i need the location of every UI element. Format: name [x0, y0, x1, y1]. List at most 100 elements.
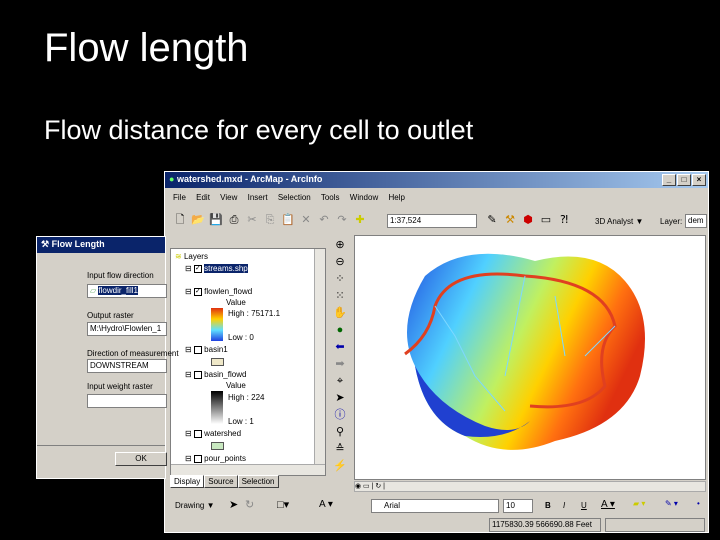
menu-edit[interactable]: Edit	[196, 193, 210, 202]
weight-raster-field[interactable]	[87, 394, 167, 408]
menu-view[interactable]: View	[220, 193, 237, 202]
menu-insert[interactable]: Insert	[248, 193, 268, 202]
tab-source[interactable]: Source	[204, 475, 238, 488]
slide-title: Flow length	[44, 26, 249, 70]
undo-icon[interactable]: ↶	[317, 213, 331, 227]
toc-layer[interactable]: ⊟ pour_points	[185, 454, 246, 463]
zoom-out-icon[interactable]: ⊖	[331, 254, 349, 271]
font-size-select[interactable]: 10	[503, 499, 533, 513]
layer-checkbox[interactable]	[193, 454, 202, 463]
measure-icon[interactable]: ≙	[331, 441, 349, 458]
select-elements-icon[interactable]: ➤	[331, 390, 349, 407]
bold-button[interactable]: B	[545, 501, 551, 510]
editor-icon[interactable]: ✎	[485, 213, 499, 227]
layer-checkbox[interactable]	[193, 429, 202, 438]
menu-help[interactable]: Help	[388, 193, 404, 202]
layer-name: watershed	[204, 429, 242, 438]
identify-icon[interactable]: ⓘ	[331, 407, 349, 424]
layer-checkbox[interactable]	[193, 345, 202, 354]
map-view[interactable]	[354, 235, 706, 480]
window-title: watershed.mxd - ArcMap - ArcInfo	[176, 174, 323, 184]
rectangle-icon[interactable]: □▾	[277, 498, 289, 511]
legend-high: High : 224	[228, 393, 265, 402]
arcmap-titlebar: ● watershed.mxd - ArcMap - ArcInfo _ □ ×	[165, 172, 708, 188]
status-coordinates: 1175830.39 566690.88 Feet	[489, 518, 601, 532]
toc-vertical-scrollbar[interactable]	[314, 249, 325, 465]
menu-window[interactable]: Window	[350, 193, 378, 202]
direction-select[interactable]: DOWNSTREAM	[87, 359, 167, 373]
fixed-zoom-in-icon[interactable]: ⁘	[331, 271, 349, 288]
save-icon[interactable]: 💾	[209, 213, 223, 227]
layer-select[interactable]: dem	[685, 214, 707, 228]
input-flow-field[interactable]: ▱ flowdir_fill1	[87, 284, 167, 298]
maximize-button[interactable]: □	[677, 174, 691, 186]
toc-layer[interactable]: ⊟ ✓ flowlen_flowd	[185, 287, 252, 296]
toc-layer[interactable]: ⊟ basin1	[185, 345, 228, 354]
text-icon[interactable]: A ▾	[319, 499, 333, 510]
scale-field[interactable]: 1:37,524	[387, 214, 477, 228]
map-horizontal-scrollbar[interactable]: ◉ ▭ | ↻ |	[354, 481, 706, 492]
minimize-button[interactable]: _	[662, 174, 676, 186]
fixed-zoom-out-icon[interactable]: ⁙	[331, 288, 349, 305]
back-icon[interactable]: ⬅	[331, 339, 349, 356]
underline-button[interactable]: U	[581, 501, 587, 510]
hyperlink-icon[interactable]: ⚡	[331, 458, 349, 475]
toc-root[interactable]: ≋ Layers	[175, 252, 208, 261]
font-color-icon[interactable]: A ▾	[601, 499, 615, 510]
copy-icon[interactable]: ⎘	[263, 213, 277, 227]
font-select[interactable]: Arial	[371, 499, 499, 513]
new-icon[interactable]: 🗋	[173, 213, 187, 227]
layer-checkbox[interactable]: ✓	[193, 287, 202, 296]
3d-analyst-dropdown[interactable]: 3D Analyst ▼	[595, 217, 643, 226]
toc-layer[interactable]: ⊟ ✓ streams.shp	[185, 264, 248, 273]
toolbar-icons-2: ✎ ⚒ ⬢ ▭ ⁈	[483, 213, 573, 227]
menu-bar: File Edit View Insert Selection Tools Wi…	[173, 193, 413, 202]
layer-name: pour_points	[204, 454, 246, 463]
delete-icon[interactable]: ✕	[299, 213, 313, 227]
flow-length-dialog: ⚒ Flow Length Input flow direction ▱ flo…	[36, 236, 179, 479]
rotate-icon[interactable]: ↻	[245, 498, 254, 511]
legend-low: Low : 0	[228, 333, 254, 342]
output-raster-field[interactable]: M:\Hydro\Flowlen_1	[87, 322, 167, 336]
menu-file[interactable]: File	[173, 193, 186, 202]
forward-icon[interactable]: ➡	[331, 356, 349, 373]
layer-checkbox[interactable]	[193, 370, 202, 379]
open-icon[interactable]: 📂	[191, 213, 205, 227]
close-button[interactable]: ×	[692, 174, 706, 186]
toc-layer[interactable]: ⊟ watershed	[185, 429, 241, 438]
layer-checkbox[interactable]: ✓	[193, 264, 202, 273]
basin-color-ramp	[211, 391, 223, 424]
full-extent-icon[interactable]: ●	[331, 322, 349, 339]
table-of-contents: ≋ Layers ⊟ ✓ streams.shp ⊟ ✓ flowlen_flo…	[170, 248, 326, 476]
fill-color-icon[interactable]: ▰ ▾	[633, 499, 645, 508]
tab-display[interactable]: Display	[170, 475, 205, 488]
tab-selection[interactable]: Selection	[237, 475, 279, 488]
menu-tools[interactable]: Tools	[321, 193, 340, 202]
toc-root-label: Layers	[183, 252, 208, 261]
zoom-in-icon[interactable]: ⊕	[331, 237, 349, 254]
menu-selection[interactable]: Selection	[278, 193, 311, 202]
cut-icon[interactable]: ✂	[245, 213, 259, 227]
add-data-icon[interactable]: ✚	[353, 213, 367, 227]
pan-icon[interactable]: ✋	[331, 305, 349, 322]
command-line-icon[interactable]: ▭	[539, 213, 553, 227]
ok-button[interactable]: OK	[115, 452, 167, 466]
line-color-icon[interactable]: ✎ ▾	[665, 499, 678, 508]
find-icon[interactable]: ⚲	[331, 424, 349, 441]
drawing-menu[interactable]: Drawing ▼	[175, 501, 214, 510]
arctoolbox-icon[interactable]: ⚒	[503, 213, 517, 227]
italic-button[interactable]: I	[563, 501, 565, 510]
paste-icon[interactable]: 📋	[281, 213, 295, 227]
select-elements-icon[interactable]: ➤	[229, 498, 238, 511]
toc-horizontal-scrollbar[interactable]	[171, 464, 325, 475]
select-features-icon[interactable]: ⌖	[331, 373, 349, 390]
toc-layer[interactable]: ⊟ basin_flowd	[185, 370, 246, 379]
watershed-swatch	[211, 442, 224, 450]
redo-icon[interactable]: ↷	[335, 213, 349, 227]
marker-color-icon[interactable]: •	[697, 499, 700, 508]
basin1-swatch	[211, 358, 224, 366]
arccatalog-icon[interactable]: ⬢	[521, 213, 535, 227]
tools-toolbar: ⊕ ⊖ ⁘ ⁙ ✋ ● ⬅ ➡ ⌖ ➤ ⓘ ⚲ ≙ ⚡	[331, 237, 351, 475]
whats-this-icon[interactable]: ⁈	[557, 213, 571, 227]
print-icon[interactable]: ⎙	[227, 213, 241, 227]
